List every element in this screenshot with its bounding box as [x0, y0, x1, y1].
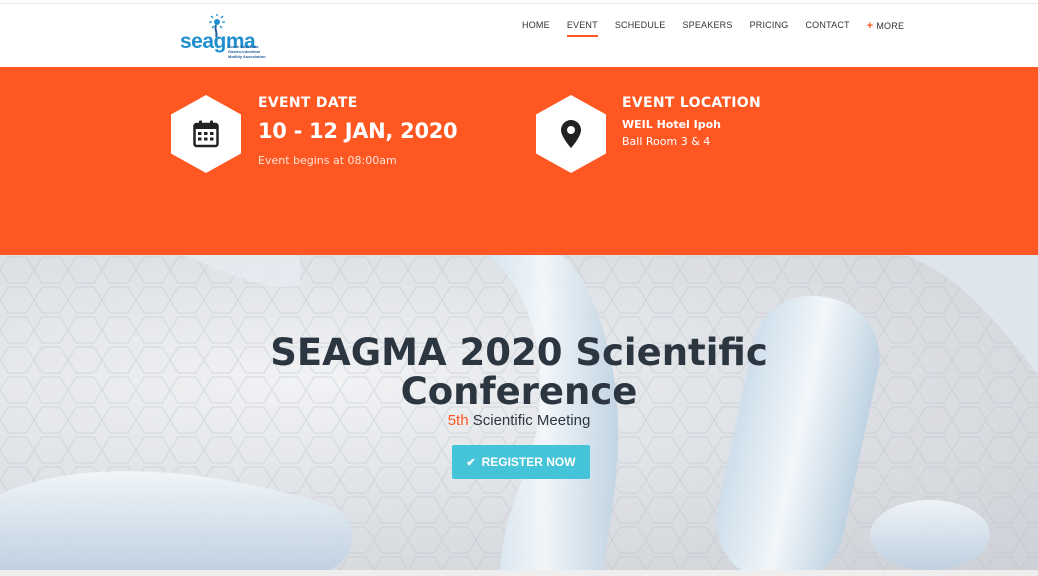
event-date-value: 10 - 12 JAN, 2020	[258, 119, 458, 143]
event-info-band: EVENT DATE 10 - 12 JAN, 2020 Event begin…	[0, 67, 1038, 255]
nav-item-schedule[interactable]: SCHEDULE	[615, 20, 666, 32]
event-location-venue: WEIL Hotel Ipoh	[622, 118, 722, 131]
main-nav: HOME EVENT SCHEDULE SPEAKERS PRICING CON…	[522, 20, 921, 37]
plus-icon: +	[866, 20, 874, 32]
nav-item-pricing[interactable]: PRICING	[750, 20, 789, 32]
nav-item-event[interactable]: EVENT	[566, 20, 598, 37]
hero-title-line2: Conference	[400, 370, 638, 413]
hero-subtitle: 5th Scientific Meeting	[0, 412, 1038, 429]
register-now-label: REGISTER NOW	[481, 455, 576, 469]
nav-item-speakers[interactable]: SPEAKERS	[682, 20, 732, 32]
logo-subtitle: South East Asia Gastro-intestinal Motili…	[228, 44, 266, 59]
hero-subtitle-rest: Scientific Meeting	[468, 412, 591, 429]
hero-subtitle-accent: 5th	[447, 412, 469, 429]
check-icon: ✔	[466, 456, 476, 469]
event-location-room: Ball Room 3 & 4	[622, 135, 711, 148]
bottom-strip	[0, 570, 1038, 576]
register-now-button[interactable]: ✔ REGISTER NOW	[452, 445, 590, 479]
nav-item-more[interactable]: + MORE	[867, 20, 904, 32]
event-date-hexagon	[171, 95, 241, 173]
hero-title-line1: SEAGMA 2020 Scientific	[270, 331, 768, 374]
site-header: seagma South East Asia Gastro-intestinal…	[0, 4, 1038, 67]
event-location-hexagon	[536, 95, 606, 173]
nav-more-label: MORE	[876, 21, 905, 31]
calendar-icon	[193, 120, 219, 148]
hero-section: SEAGMA 2020 Scientific Conference 5th Sc…	[0, 255, 1038, 570]
nav-item-contact[interactable]: CONTACT	[805, 20, 849, 32]
nav-item-home[interactable]: HOME	[522, 20, 550, 32]
site-logo[interactable]: seagma South East Asia Gastro-intestinal…	[180, 14, 266, 59]
map-marker-icon	[561, 120, 581, 148]
event-date-title: EVENT DATE	[258, 95, 358, 111]
event-date-note: Event begins at 08:00am	[258, 154, 397, 167]
event-location-title: EVENT LOCATION	[622, 95, 762, 111]
